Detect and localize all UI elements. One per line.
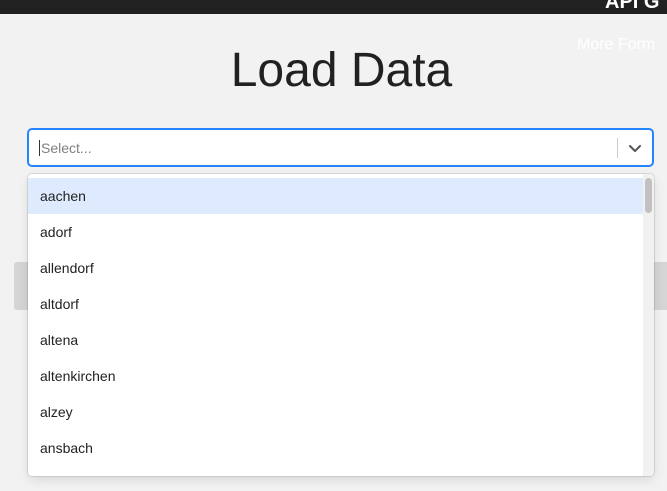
menu-scrollbar-thumb[interactable] xyxy=(645,178,652,213)
select-input[interactable]: Select... xyxy=(39,130,599,165)
select-option-alzey[interactable]: alzey xyxy=(28,394,643,430)
select-option-altena[interactable]: altena xyxy=(28,322,643,358)
option-list: aachen adorf allendorf altdorf altena al… xyxy=(28,178,643,466)
text-cursor xyxy=(39,139,40,156)
select-option-ansbach[interactable]: ansbach xyxy=(28,430,643,466)
app-title[interactable]: API G xyxy=(605,0,659,14)
select-dropdown-menu: aachen adorf allendorf altdorf altena al… xyxy=(28,174,654,476)
page-title: Load Data xyxy=(230,44,453,97)
select-option-aachen[interactable]: aachen xyxy=(28,178,643,214)
select-option-allendorf[interactable]: allendorf xyxy=(28,250,643,286)
location-select[interactable]: Select... xyxy=(28,129,653,166)
chevron-down-icon[interactable] xyxy=(625,138,645,158)
select-option-altdorf[interactable]: altdorf xyxy=(28,286,643,322)
select-option-adorf[interactable]: adorf xyxy=(28,214,643,250)
select-placeholder: Select... xyxy=(41,139,92,156)
top-navbar: API G xyxy=(0,0,667,14)
menu-scrollbar-track[interactable] xyxy=(643,174,654,476)
select-option-altenkirchen[interactable]: altenkirchen xyxy=(28,358,643,394)
indicator-separator xyxy=(617,138,618,158)
